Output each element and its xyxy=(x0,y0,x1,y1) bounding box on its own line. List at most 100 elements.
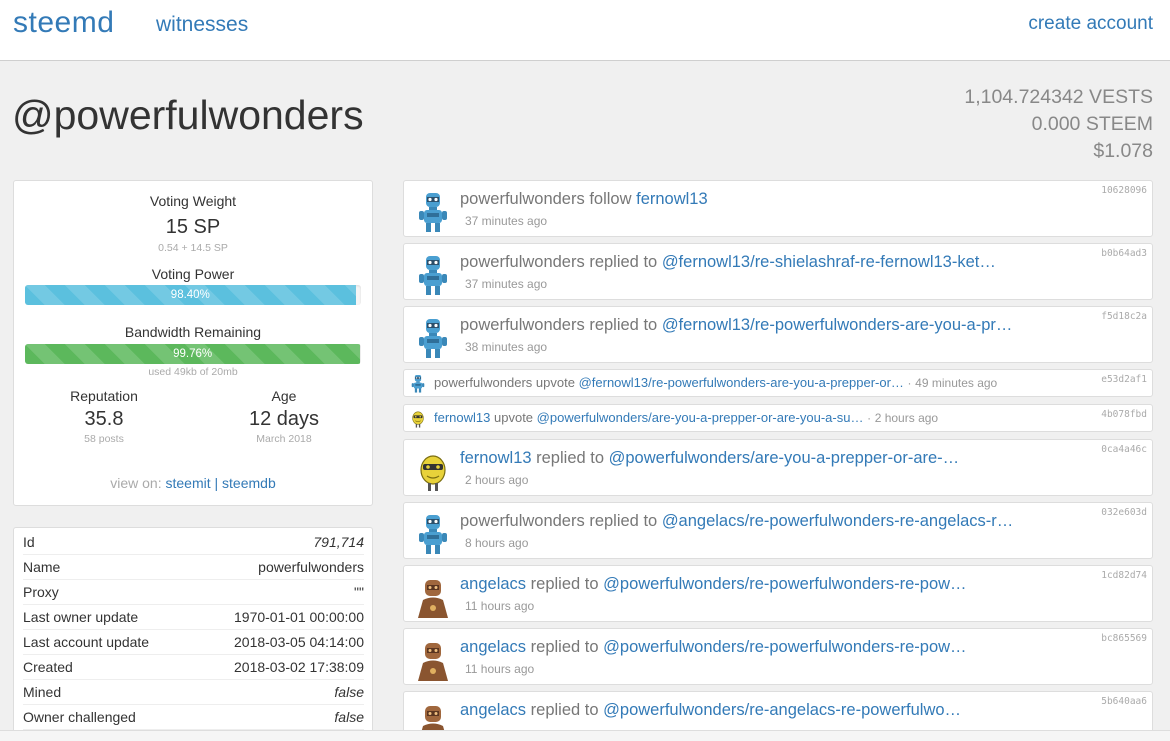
feed-target-link[interactable]: @powerfulwonders/re-angelacs-re-powerful… xyxy=(603,701,961,719)
property-value: 1970-01-01 00:00:00 xyxy=(234,609,364,625)
property-value: false xyxy=(334,684,364,700)
property-key: Name xyxy=(23,559,61,575)
tx-hash[interactable]: e53d2af1 xyxy=(1101,374,1147,385)
tx-hash[interactable]: 5b640aa6 xyxy=(1101,696,1147,707)
feed-verb: replied to xyxy=(589,512,658,530)
tx-hash[interactable]: 0ca4a46c xyxy=(1101,444,1147,455)
nav-witnesses-link[interactable]: witnesses xyxy=(156,13,248,37)
feed-item[interactable]: fernowl13 upvote @powerfulwonders/are-yo… xyxy=(403,404,1153,432)
voting-weight-label: Voting Weight xyxy=(149,193,237,209)
feed-verb: upvote xyxy=(494,410,534,425)
feed-actor-link[interactable]: powerfulwonders xyxy=(460,190,585,208)
feed-verb: replied to xyxy=(589,316,658,334)
tx-hash[interactable]: 032e603d xyxy=(1101,507,1147,518)
feed-target-link[interactable]: @powerfulwonders/re-powerfulwonders-re-p… xyxy=(603,638,966,656)
navbar: steemd witnesses create account xyxy=(0,0,1170,61)
robot-avatar-icon[interactable] xyxy=(414,578,452,618)
property-key: Owner challenged xyxy=(23,709,136,725)
table-row: Proxy "" xyxy=(23,580,364,605)
bandwidth-label: Bandwidth Remaining xyxy=(124,324,262,340)
posts-count: 58 posts xyxy=(84,433,124,445)
reputation-label: Reputation xyxy=(70,388,138,404)
feed-actor-link[interactable]: fernowl13 xyxy=(460,449,532,467)
brand-link[interactable]: steemd xyxy=(13,6,114,40)
voting-power-bar: 98.40% xyxy=(25,285,361,305)
voting-power-label: Voting Power xyxy=(151,266,235,282)
feed-item[interactable]: powerfulwonders replied to @angelacs/re-… xyxy=(403,502,1153,559)
robot-avatar-icon[interactable] xyxy=(414,515,452,555)
feed-verb: replied to xyxy=(536,449,605,467)
bandwidth-bar: 99.76% xyxy=(25,344,361,364)
view-on-label: view on: xyxy=(110,475,162,491)
feed-verb: replied to xyxy=(530,638,599,656)
robot-avatar-icon[interactable] xyxy=(414,452,452,492)
voting-power-fill: 98.40% xyxy=(25,285,356,305)
property-key: Last account update xyxy=(23,634,150,650)
feed-target-link[interactable]: @fernowl13/re-powerfulwonders-are-you-a-… xyxy=(662,316,1013,334)
table-row: Last account update 2018-03-05 04:14:00 xyxy=(23,630,364,655)
feed-item[interactable]: powerfulwonders follow fernowl13 37 minu… xyxy=(403,180,1153,237)
robot-avatar-icon[interactable] xyxy=(414,256,452,296)
robot-avatar-icon[interactable] xyxy=(409,375,427,393)
feed-time: 2 hours ago xyxy=(465,473,529,487)
table-row: Last owner update 1970-01-01 00:00:00 xyxy=(23,605,364,630)
table-row: Mined false xyxy=(23,680,364,705)
robot-avatar-icon[interactable] xyxy=(414,641,452,681)
stats-panel: Voting Weight 15 SP 0.54 + 14.5 SP Votin… xyxy=(13,180,373,506)
feed-item[interactable]: powerfulwonders replied to @fernowl13/re… xyxy=(403,306,1153,363)
feed-item[interactable]: angelacs replied to @powerfulwonders/re-… xyxy=(403,565,1153,622)
feed-actor-link[interactable]: angelacs xyxy=(460,575,526,593)
bandwidth-detail: used 49kb of 20mb xyxy=(148,366,238,378)
balances: 1,104.724342 VESTS 0.000 STEEM $1.078 xyxy=(964,84,1153,165)
nav-create-account-link[interactable]: create account xyxy=(1028,13,1153,35)
feed-actor-link[interactable]: fernowl13 xyxy=(434,410,490,425)
feed-time: 2 hours ago xyxy=(874,411,939,425)
feed-actor-link[interactable]: angelacs xyxy=(460,701,526,719)
feed-actor-link[interactable]: angelacs xyxy=(460,638,526,656)
feed-actor-link[interactable]: powerfulwonders xyxy=(460,512,585,530)
feed-target-link[interactable]: @angelacs/re-powerfulwonders-re-angelacs… xyxy=(662,512,1013,530)
property-key: Id xyxy=(23,534,35,550)
feed-verb: replied to xyxy=(530,701,599,719)
table-row: Created 2018-03-02 17:38:09 xyxy=(23,655,364,680)
tx-hash[interactable]: 4b078fbd xyxy=(1101,409,1147,420)
feed-verb: upvote xyxy=(535,375,575,390)
tx-hash[interactable]: b0b64ad3 xyxy=(1101,248,1147,259)
feed-item[interactable]: powerfulwonders replied to @fernowl13/re… xyxy=(403,243,1153,300)
feed-item[interactable]: powerfulwonders upvote @fernowl13/re-pow… xyxy=(403,369,1153,397)
steemit-link[interactable]: steemit xyxy=(166,475,211,491)
feed-item[interactable]: angelacs replied to @powerfulwonders/re-… xyxy=(403,628,1153,685)
feed-actor-link[interactable]: powerfulwonders xyxy=(460,253,585,271)
tx-hash[interactable]: bc865569 xyxy=(1101,633,1147,644)
account-properties-table: Id 791,714 Name powerfulwonders Proxy "" La… xyxy=(13,527,373,741)
feed-target-link[interactable]: @fernowl13/re-powerfulwonders-are-you-a-… xyxy=(579,375,904,390)
usd-balance: $1.078 xyxy=(1093,140,1153,162)
feed-target-link[interactable]: @powerfulwonders/re-powerfulwonders-re-p… xyxy=(603,575,966,593)
view-on: view on: steemit | steemdb xyxy=(14,475,372,491)
age-label: Age xyxy=(271,388,297,404)
steemdb-link[interactable]: steemdb xyxy=(222,475,276,491)
robot-avatar-icon[interactable] xyxy=(414,319,452,359)
steem-balance: 0.000 STEEM xyxy=(1031,113,1153,135)
property-value: "" xyxy=(354,584,364,600)
tx-hash[interactable]: 1cd82d74 xyxy=(1101,570,1147,581)
feed-actor-link[interactable]: powerfulwonders xyxy=(434,375,532,390)
robot-avatar-icon[interactable] xyxy=(409,410,427,428)
property-value: 791,714 xyxy=(313,534,364,550)
age-date: March 2018 xyxy=(256,433,312,445)
feed-verb: follow xyxy=(589,190,632,208)
feed-target-link[interactable]: fernowl13 xyxy=(636,190,708,208)
feed-verb: replied to xyxy=(530,575,599,593)
robot-avatar-icon[interactable] xyxy=(414,193,452,233)
feed-actor-link[interactable]: powerfulwonders xyxy=(460,316,585,334)
property-key: Mined xyxy=(23,684,62,700)
link-separator: | xyxy=(214,475,219,491)
feed-target-link[interactable]: @powerfulwonders/are-you-a-prepper-or-ar… xyxy=(537,410,864,425)
feed-target-link[interactable]: @powerfulwonders/are-you-a-prepper-or-ar… xyxy=(609,449,960,467)
feed-target-link[interactable]: @fernowl13/re-shielashraf-re-fernowl13-k… xyxy=(662,253,996,271)
property-value: 2018-03-05 04:14:00 xyxy=(234,634,364,650)
feed-time: 37 minutes ago xyxy=(465,277,548,291)
tx-hash[interactable]: 10628096 xyxy=(1101,185,1147,196)
feed-item[interactable]: fernowl13 replied to @powerfulwonders/ar… xyxy=(403,439,1153,496)
tx-hash[interactable]: f5d18c2a xyxy=(1101,311,1147,322)
